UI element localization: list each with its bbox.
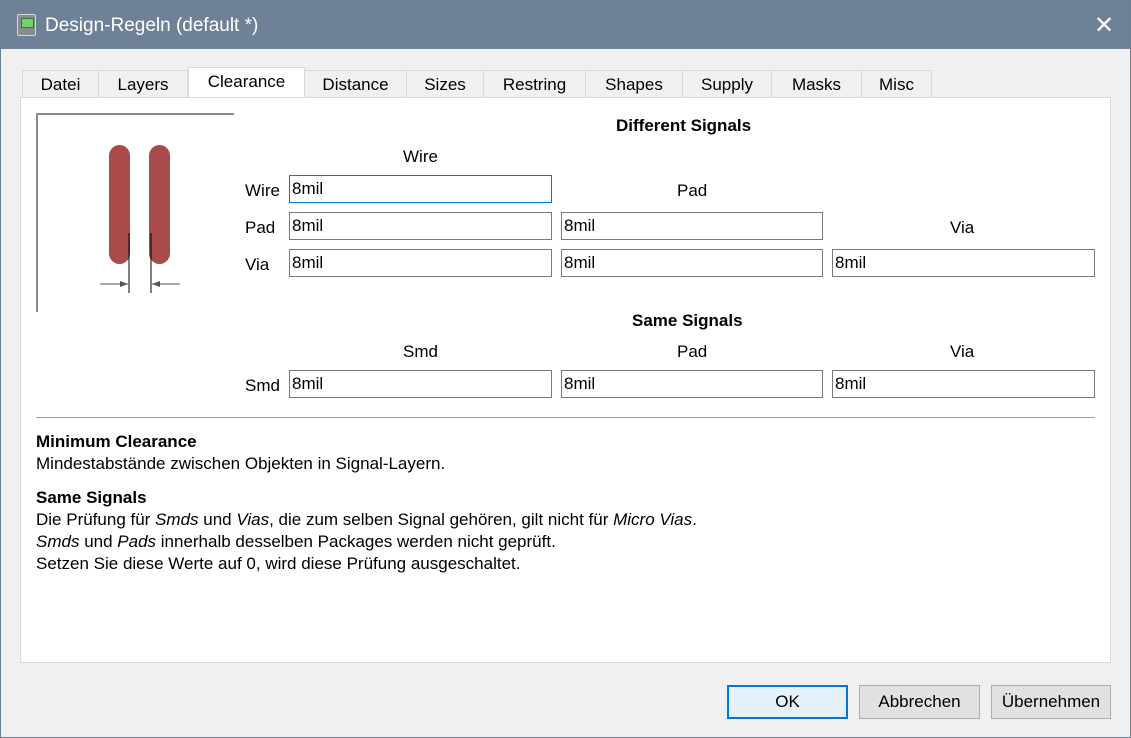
- via-via-clearance-input[interactable]: [832, 249, 1095, 277]
- clearance-illustration: [36, 113, 234, 312]
- text-run-italic: Vias: [236, 510, 270, 529]
- close-icon: ✕: [1093, 11, 1115, 39]
- text-run-italic: Smds: [36, 532, 80, 551]
- col-header-smd: Smd: [403, 342, 438, 361]
- row-header-wire: Wire: [245, 181, 280, 200]
- minimum-clearance-title: Minimum Clearance: [36, 432, 197, 451]
- col-header-pad: Pad: [677, 181, 708, 200]
- row-header-pad: Pad: [245, 218, 276, 237]
- via-pad-clearance-input[interactable]: [561, 249, 823, 277]
- tab-datei[interactable]: Datei: [22, 70, 99, 98]
- tab-shapes[interactable]: Shapes: [586, 70, 683, 98]
- col-header-same-pad: Pad: [677, 342, 708, 361]
- same-signals-text-line3: Setzen Sie diese Werte auf 0, wird diese…: [36, 554, 521, 573]
- smd-via-clearance-input[interactable]: [832, 370, 1095, 398]
- apply-button[interactable]: Übernehmen: [991, 685, 1111, 719]
- row-header-smd: Smd: [245, 376, 280, 395]
- different-signals-heading: Different Signals: [616, 116, 752, 135]
- pad-pad-clearance-input[interactable]: [561, 212, 823, 240]
- same-signals-title: Same Signals: [36, 488, 147, 507]
- design-rules-dialog: Design-Regeln (default *) ✕ Datei Layers…: [0, 0, 1131, 738]
- text-run: innerhalb desselben Packages werden nich…: [156, 532, 556, 551]
- col-header-via: Via: [950, 218, 975, 237]
- pad-wire-clearance-input[interactable]: [289, 212, 552, 240]
- text-run: .: [692, 510, 697, 529]
- minimum-clearance-text: Mindestabstände zwischen Objekten in Sig…: [36, 454, 446, 473]
- separator-line: [36, 417, 1095, 418]
- col-header-wire: Wire: [403, 147, 438, 166]
- text-run: , die zum selben Signal gehören, gilt ni…: [269, 510, 614, 529]
- text-run-italic: Pads: [117, 532, 157, 551]
- tab-sizes[interactable]: Sizes: [407, 70, 484, 98]
- col-header-same-via: Via: [950, 342, 975, 361]
- title-bar[interactable]: Design-Regeln (default *) ✕: [1, 1, 1130, 49]
- text-run: und: [79, 532, 118, 551]
- cancel-button[interactable]: Abbrechen: [859, 685, 980, 719]
- text-run-italic: Smds: [155, 510, 199, 529]
- eagle-app-icon: [17, 14, 36, 36]
- same-signals-text-line1: Die Prüfung für Smds und Vias, die zum s…: [36, 510, 697, 530]
- text-run-italic: Micro Vias: [613, 510, 693, 529]
- tab-misc[interactable]: Misc: [862, 70, 932, 98]
- wire-wire-clearance-input[interactable]: [289, 175, 552, 203]
- text-run: und: [198, 510, 237, 529]
- ok-button[interactable]: OK: [727, 685, 848, 719]
- tab-supply[interactable]: Supply: [683, 70, 772, 98]
- tab-clearance[interactable]: Clearance: [188, 67, 305, 97]
- tab-layers[interactable]: Layers: [99, 70, 188, 98]
- smd-smd-clearance-input[interactable]: [289, 370, 552, 398]
- same-signals-text-line2: Smds und Pads innerhalb desselben Packag…: [36, 532, 556, 552]
- tab-distance[interactable]: Distance: [305, 70, 407, 98]
- text-run: Die Prüfung für: [36, 510, 156, 529]
- same-signals-heading: Same Signals: [632, 311, 743, 330]
- tab-masks[interactable]: Masks: [772, 70, 862, 98]
- tab-bar: Datei Layers Clearance Distance Sizes Re…: [22, 67, 932, 98]
- clearance-dimension-arrows: [100, 233, 180, 293]
- tab-restring[interactable]: Restring: [484, 70, 586, 98]
- window-title: Design-Regeln (default *): [45, 15, 259, 36]
- row-header-via: Via: [245, 255, 270, 274]
- close-button[interactable]: ✕: [1085, 7, 1123, 43]
- via-wire-clearance-input[interactable]: [289, 249, 552, 277]
- smd-pad-clearance-input[interactable]: [561, 370, 823, 398]
